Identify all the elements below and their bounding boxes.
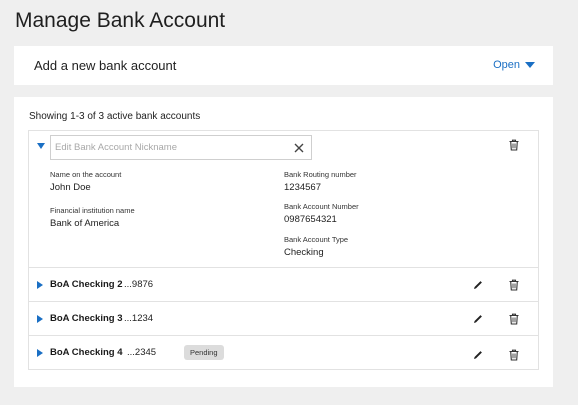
pencil-icon[interactable] [472, 279, 484, 291]
nickname-field [50, 135, 312, 160]
account-mask: ...9876 [124, 279, 154, 290]
bank-accounts-card: Showing 1-3 of 3 active bank accounts Na… [14, 97, 553, 387]
close-icon[interactable] [293, 141, 305, 153]
trash-icon[interactable] [508, 313, 520, 325]
showing-count-text: Showing 1-3 of 3 active bank accounts [29, 111, 201, 122]
add-bank-account-label: Add a new bank account [34, 58, 177, 73]
page-title: Manage Bank Account [15, 9, 226, 32]
trash-icon[interactable] [508, 279, 520, 291]
trash-icon[interactable] [508, 349, 520, 361]
account-number-value: 0987654321 [284, 214, 337, 225]
expand-triangle-icon[interactable] [37, 315, 43, 323]
add-bank-account-card: Add a new bank account Open [14, 46, 553, 85]
open-add-account-button[interactable]: Open [493, 59, 535, 71]
account-type-value: Checking [284, 247, 324, 258]
expand-triangle-icon[interactable] [37, 349, 43, 357]
list-item[interactable]: BoA Checking 3 ...1234 [29, 302, 538, 336]
account-nickname: BoA Checking 2 [50, 279, 123, 290]
open-label: Open [493, 59, 520, 71]
account-mask: ...1234 [124, 313, 154, 324]
list-item[interactable]: BoA Checking 2 ...9876 [29, 268, 538, 302]
nickname-input[interactable] [51, 136, 285, 159]
collapse-triangle-icon[interactable] [37, 143, 45, 149]
list-item[interactable]: BoA Checking 4 ...2345 Pending [29, 336, 538, 370]
name-on-account-label: Name on the account [50, 170, 122, 179]
routing-number-value: 1234567 [284, 182, 321, 193]
routing-number-label: Bank Routing number [284, 170, 357, 179]
account-type-label: Bank Account Type [284, 235, 349, 244]
account-mask: ...2345 [127, 347, 157, 358]
account-nickname: BoA Checking 4 [50, 347, 123, 358]
bank-account-list: Name on the account John Doe Financial i… [28, 130, 539, 370]
name-on-account-value: John Doe [50, 182, 91, 193]
account-nickname: BoA Checking 3 [50, 313, 123, 324]
institution-label: Financial institution name [50, 206, 135, 215]
account-number-label: Bank Account Number [284, 202, 359, 211]
pencil-icon[interactable] [472, 349, 484, 361]
pencil-icon[interactable] [472, 313, 484, 325]
status-badge: Pending [184, 345, 224, 360]
trash-icon[interactable] [508, 139, 520, 151]
expand-triangle-icon[interactable] [37, 281, 43, 289]
institution-value: Bank of America [50, 218, 120, 229]
expanded-account-panel: Name on the account John Doe Financial i… [29, 131, 538, 268]
chevron-down-icon [525, 62, 535, 68]
